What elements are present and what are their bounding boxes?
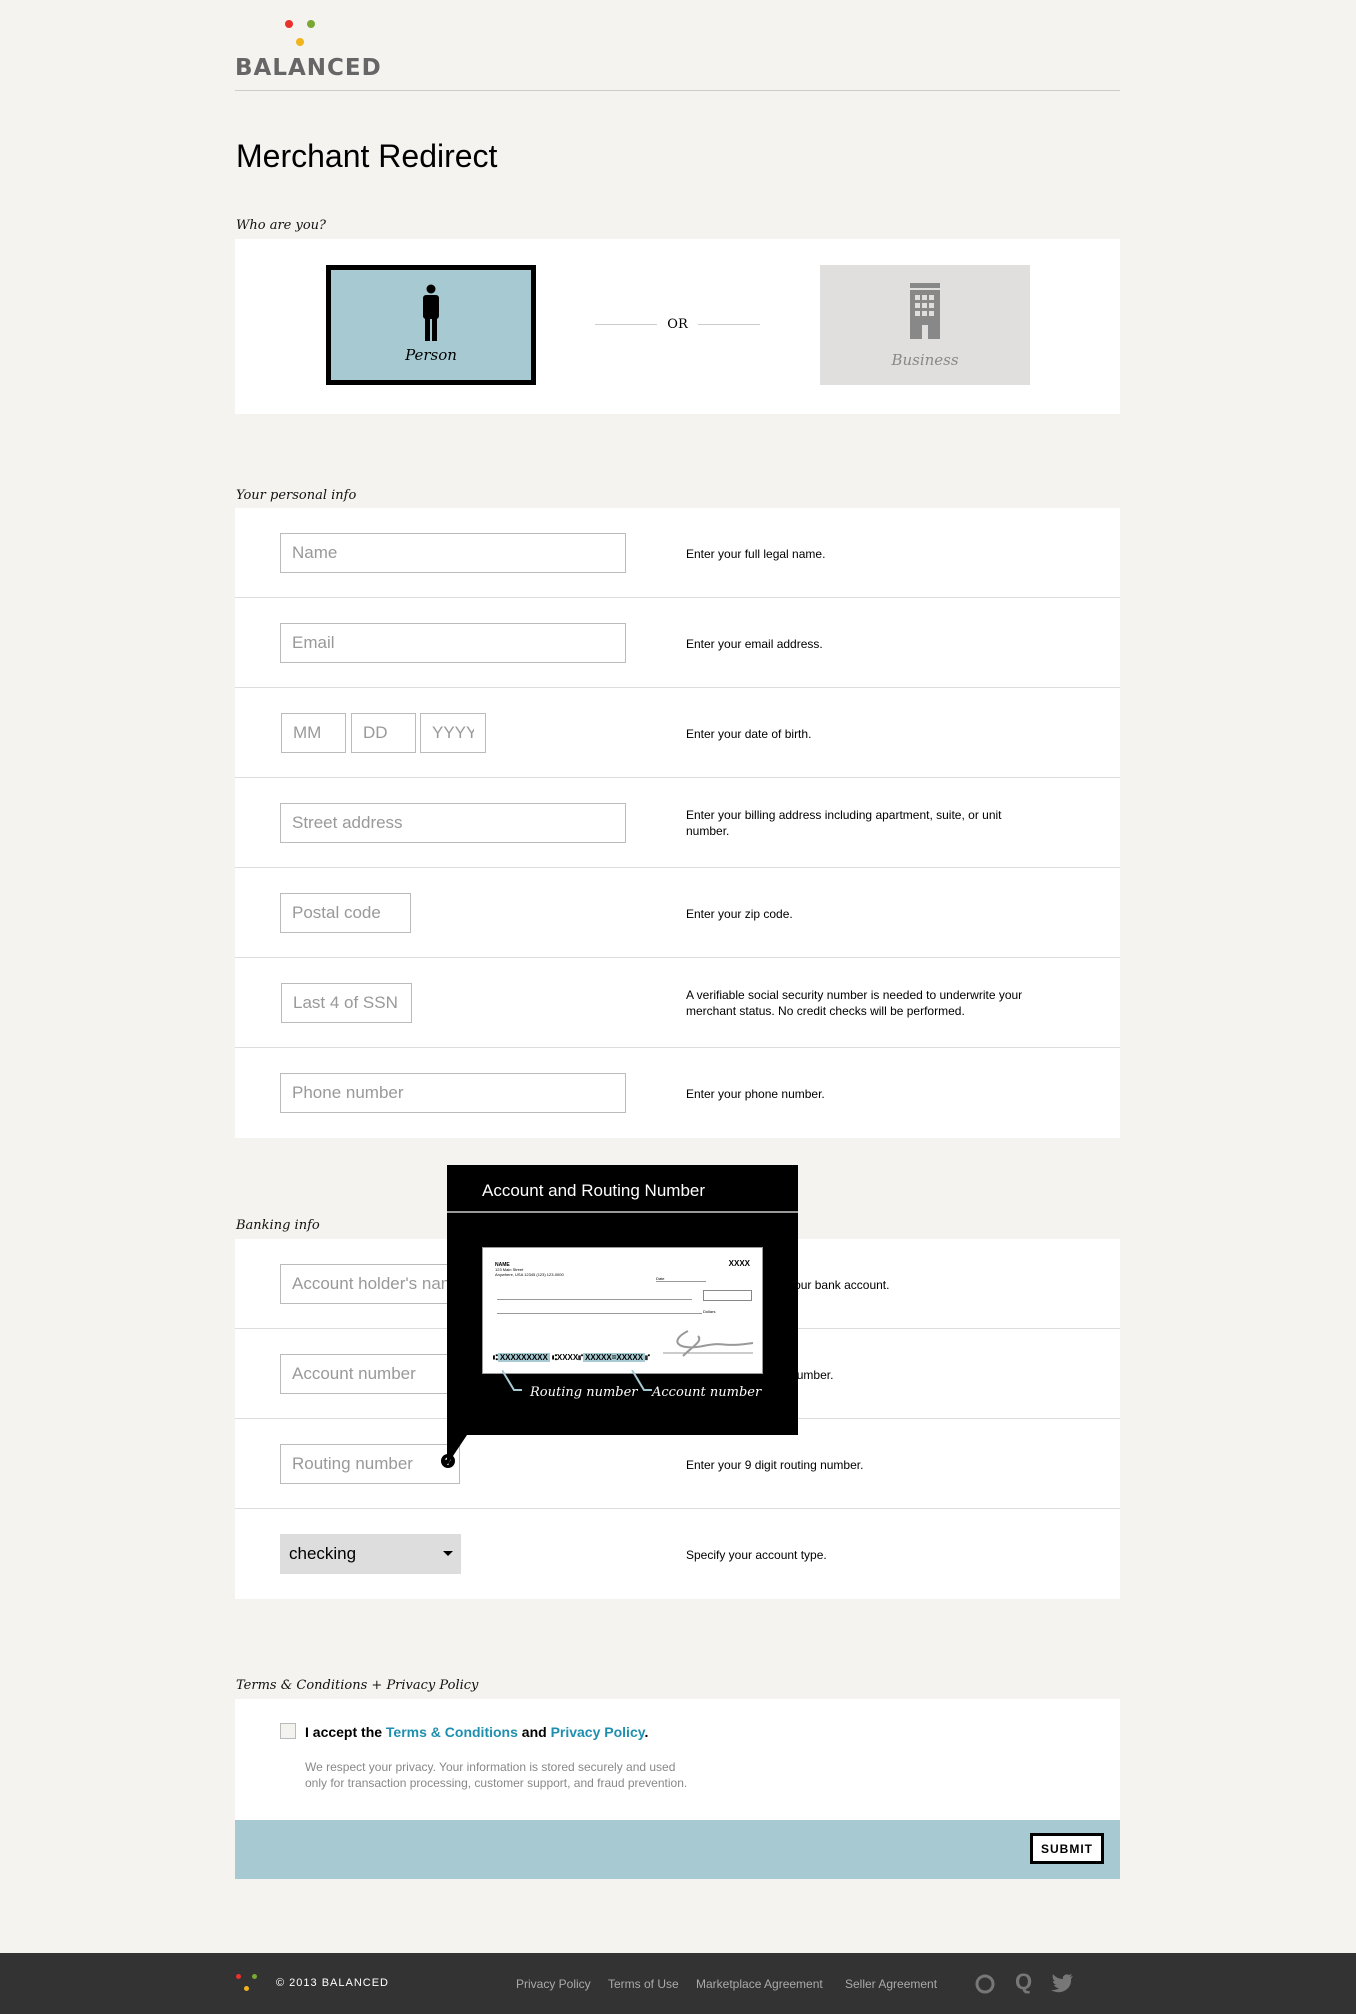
form-row-address: Enter your billing address including apa… [235, 778, 1120, 868]
micr-routing: XXXXXXXXX [497, 1353, 550, 1362]
form-row-phone: Enter your phone number. [235, 1048, 1120, 1138]
micr-line: ⑆ XXXXXXXXX ⑆XXXX⑈ XXXXX=XXXXX ⑈ [493, 1353, 650, 1362]
check-illustration: NAME 123 Main Street Anywhere, USA 12345… [482, 1247, 763, 1374]
micr-check: XXXX [556, 1353, 579, 1362]
person-option[interactable]: Person [326, 265, 536, 385]
terms-link[interactable]: Terms & Conditions [386, 1724, 518, 1740]
header-divider [235, 90, 1120, 91]
account-type-select[interactable]: checking [280, 1534, 461, 1574]
phone-input[interactable] [280, 1073, 626, 1113]
section-label-terms: Terms & Conditions + Privacy Policy [236, 1678, 479, 1693]
signature-icon [663, 1330, 754, 1357]
dob-year-input[interactable] [420, 713, 486, 753]
postal-code-input[interactable] [280, 893, 411, 933]
logo-dot-red [285, 20, 293, 28]
logo-dot-yellow [296, 38, 304, 46]
business-label: Business [891, 351, 959, 369]
tooltip-title: Account and Routing Number [447, 1165, 798, 1213]
help-text: Enter your date of birth. [686, 727, 812, 741]
check-dollars: Dollars [703, 1309, 716, 1314]
submit-button[interactable]: SUBMIT [1030, 1833, 1104, 1864]
page-title: Merchant Redirect [236, 138, 498, 174]
github-icon[interactable] [975, 1973, 995, 1995]
logo-text: BALANCED [235, 55, 382, 81]
twitter-icon[interactable] [1051, 1974, 1073, 1993]
form-row-account-type: checking Specify your account type. [235, 1509, 1120, 1599]
help-text: Enter your full legal name. [686, 547, 826, 561]
personal-card: Enter your full legal name. Enter your e… [235, 508, 1120, 1138]
form-row-dob: Enter your date of birth. [235, 688, 1120, 778]
footer-link-terms[interactable]: Terms of Use [608, 1977, 679, 1991]
street-address-input[interactable] [280, 803, 626, 843]
routing-caption: Routing number [530, 1385, 638, 1400]
account-caption: Account number [652, 1385, 762, 1400]
person-label: Person [405, 346, 457, 364]
submit-bar: SUBMIT [235, 1820, 1120, 1879]
check-amount-box [703, 1290, 752, 1301]
accept-text: I accept the Terms & Conditions and Priv… [305, 1724, 648, 1740]
dob-month-input[interactable] [281, 713, 346, 753]
routing-number-input[interactable] [280, 1444, 460, 1484]
copyright: © 2013 BALANCED [276, 1977, 389, 1989]
building-icon [910, 283, 940, 339]
help-text: Enter your billing address including apa… [686, 808, 1002, 838]
help-text: Specify your account type. [686, 1548, 827, 1562]
help-text: A verifiable social security number is n… [686, 988, 1023, 1018]
privacy-note-line: We respect your privacy. Your informatio… [305, 1760, 676, 1774]
logo-dot-green [252, 1974, 257, 1979]
quora-icon[interactable]: Q [1015, 1969, 1032, 1995]
or-separator: OR [595, 317, 761, 332]
privacy-note-line: only for transaction processing, custome… [305, 1776, 688, 1790]
check-date: Date [656, 1276, 706, 1282]
form-row-email: Enter your email address. [235, 598, 1120, 688]
help-text: Enter your 9 digit routing number. [686, 1458, 864, 1472]
accept-prefix: I accept the [305, 1724, 383, 1740]
logo-dot-green [307, 20, 315, 28]
footer: © 2013 BALANCED Privacy Policy Terms of … [0, 1953, 1356, 2014]
check-number: XXXX [728, 1259, 750, 1268]
account-number-input[interactable] [280, 1354, 460, 1394]
help-text: Enter your zip code. [686, 907, 793, 921]
routing-tooltip: Account and Routing Number NAME 123 Main… [447, 1165, 798, 1465]
privacy-link[interactable]: Privacy Policy [551, 1724, 645, 1740]
chevron-down-icon [443, 1551, 453, 1556]
name-input[interactable] [280, 533, 626, 573]
terms-card: I accept the Terms & Conditions and Priv… [235, 1699, 1120, 1879]
or-text: OR [667, 317, 688, 332]
email-input[interactable] [280, 623, 626, 663]
check-line [497, 1299, 692, 1300]
account-type-value: checking [289, 1544, 357, 1563]
section-label-who: Who are you? [236, 218, 326, 233]
business-option[interactable]: Business [820, 265, 1030, 385]
who-card: Person OR Business [235, 239, 1120, 414]
check-address: Anywhere, USA 12345 (123) 123-0000 [495, 1272, 564, 1277]
privacy-note: We respect your privacy. Your informatio… [305, 1759, 687, 1791]
help-text: Enter your email address. [686, 637, 823, 651]
form-row-postal: Enter your zip code. [235, 868, 1120, 958]
form-row-name: Enter your full legal name. [235, 508, 1120, 598]
accept-checkbox[interactable] [280, 1723, 296, 1739]
logo-dot-red [236, 1974, 241, 1979]
logo-dot-yellow [244, 1986, 249, 1991]
dob-day-input[interactable] [351, 713, 416, 753]
micr-account: XXXXX=XXXXX [583, 1353, 646, 1362]
ssn-input[interactable] [281, 983, 412, 1023]
section-label-personal: Your personal info [236, 488, 357, 503]
and-text: and [521, 1724, 547, 1740]
footer-link-marketplace[interactable]: Marketplace Agreement [696, 1977, 823, 1991]
person-icon [423, 284, 439, 341]
form-row-ssn: A verifiable social security number is n… [235, 958, 1120, 1048]
section-label-banking: Banking info [236, 1218, 320, 1233]
period: . [644, 1724, 649, 1740]
footer-link-seller[interactable]: Seller Agreement [845, 1977, 937, 1991]
footer-link-privacy[interactable]: Privacy Policy [516, 1977, 591, 1991]
check-line [497, 1313, 702, 1314]
help-text: Enter your phone number. [686, 1087, 825, 1101]
